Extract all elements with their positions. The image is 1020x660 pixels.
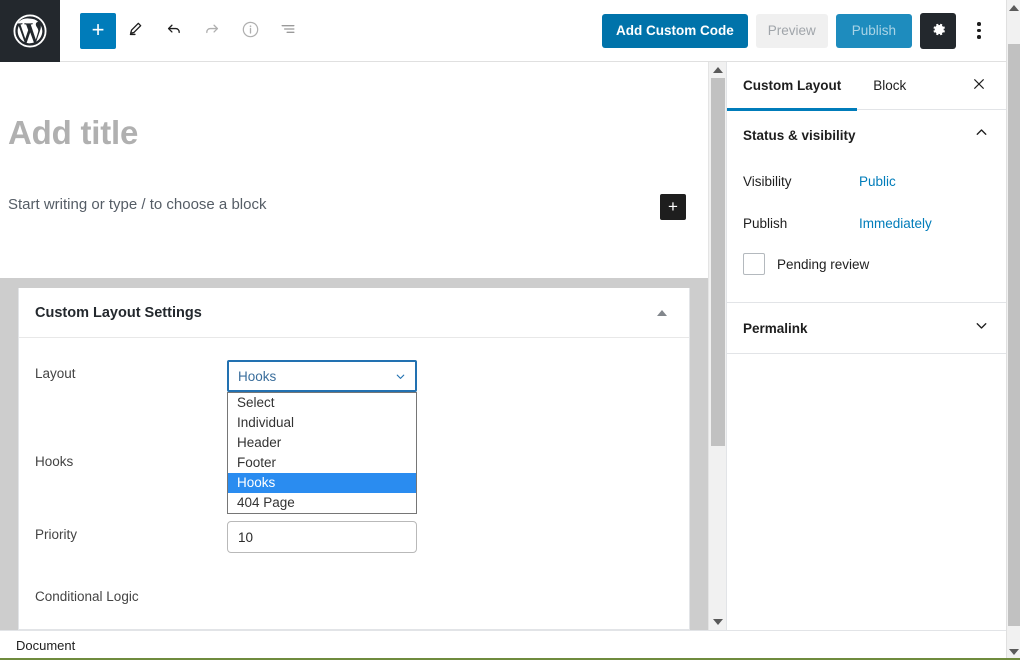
editor-scrollbar-thumb[interactable] — [711, 78, 725, 446]
chevron-down-icon[interactable] — [973, 317, 990, 339]
tab-block[interactable]: Block — [857, 62, 922, 110]
browser-scrollbar[interactable] — [1006, 0, 1020, 660]
panel-status-visibility-header[interactable]: Status & visibility — [727, 110, 1006, 160]
metabox-header[interactable]: Custom Layout Settings — [19, 288, 689, 338]
panel-status-visibility: Status & visibility Visibility Public Pu… — [727, 110, 1006, 303]
conditional-logic-label: Conditional Logic — [35, 589, 139, 604]
breadcrumb-document[interactable]: Document — [16, 638, 75, 653]
row-visibility: Visibility Public — [743, 160, 990, 202]
preview-button[interactable]: Preview — [755, 13, 828, 48]
pencil-icon — [126, 19, 146, 42]
block-appender-button[interactable]: + — [660, 194, 686, 220]
visibility-value-button[interactable]: Public — [859, 174, 896, 189]
layout-select[interactable]: Hooks — [227, 360, 417, 392]
details-button — [232, 13, 268, 49]
triangle-down-icon — [712, 619, 723, 625]
chevron-down-icon — [394, 370, 407, 383]
toolbar-right-actions: Add Custom Code Preview Publish — [601, 12, 1006, 49]
option-404-page[interactable]: 404 Page — [228, 493, 416, 513]
priority-input[interactable] — [227, 521, 417, 553]
info-icon — [240, 19, 261, 43]
tab-custom-layout-label: Custom Layout — [743, 78, 842, 93]
priority-label: Priority — [35, 527, 78, 542]
editor-toolbar: + Add Custom Code Preview Publish — [0, 0, 1006, 62]
sidebar-tabs: Custom Layout Block — [727, 62, 1006, 111]
pending-review-checkbox[interactable] — [743, 253, 765, 275]
tab-block-label: Block — [873, 78, 907, 93]
close-icon — [971, 76, 987, 95]
layout-select-wrapper: Hooks Select Individual Header Footer Ho… — [227, 360, 417, 514]
layout-label: Layout — [35, 366, 76, 381]
triangle-up-icon[interactable] — [657, 309, 667, 316]
custom-layout-settings-metabox: Custom Layout Settings Layout Hooks Sele… — [18, 288, 690, 630]
settings-sidebar: Custom Layout Block Status & visibility — [726, 62, 1006, 630]
plus-icon: + — [91, 16, 105, 42]
option-footer[interactable]: Footer — [228, 453, 416, 473]
browser-scroll-up-button[interactable] — [1007, 0, 1020, 16]
option-header[interactable]: Header — [228, 433, 416, 453]
add-custom-code-button[interactable]: Add Custom Code — [601, 13, 748, 48]
publish-label: Publish — [743, 215, 788, 231]
metabox-area: Custom Layout Settings Layout Hooks Sele… — [0, 278, 708, 630]
wordpress-logo-icon[interactable] — [0, 0, 60, 62]
metabox-title: Custom Layout Settings — [35, 304, 202, 321]
redo-icon — [202, 19, 222, 42]
visibility-label: Visibility — [743, 173, 792, 189]
option-hooks[interactable]: Hooks — [228, 473, 416, 493]
undo-icon — [164, 19, 184, 42]
gear-icon — [929, 20, 948, 42]
wordpress-block-editor: + Add Custom Code Preview Publish Add ti… — [0, 0, 1020, 660]
triangle-down-icon — [1008, 649, 1019, 655]
list-view-icon — [278, 19, 298, 42]
panel-permalink-title: Permalink — [743, 320, 808, 336]
layout-select-options[interactable]: Select Individual Header Footer Hooks 40… — [227, 392, 417, 514]
option-individual[interactable]: Individual — [228, 413, 416, 433]
tab-custom-layout[interactable]: Custom Layout — [727, 62, 858, 111]
paragraph-placeholder: Start writing or type / to choose a bloc… — [8, 196, 267, 213]
panel-permalink-header[interactable]: Permalink — [727, 303, 1006, 353]
settings-button[interactable] — [920, 12, 956, 49]
list-view-button[interactable] — [270, 13, 306, 49]
toolbar-left-tools: + — [60, 12, 306, 49]
row-pending-review: Pending review — [743, 244, 990, 284]
layout-select-value: Hooks — [238, 368, 277, 384]
publish-value-button[interactable]: Immediately — [859, 216, 932, 231]
field-row-conditional-logic: Conditional Logic — [19, 553, 689, 604]
editor-footer: Document — [0, 630, 1006, 660]
publish-button[interactable]: Publish — [835, 13, 912, 48]
browser-scrollbar-thumb[interactable] — [1008, 44, 1020, 626]
triangle-up-icon — [1008, 5, 1019, 11]
redo-button — [194, 13, 230, 49]
close-sidebar-button[interactable] — [964, 71, 994, 101]
panel-permalink: Permalink — [727, 303, 1006, 354]
plus-icon: + — [668, 197, 678, 216]
scroll-down-button[interactable] — [709, 614, 726, 630]
chevron-up-icon[interactable] — [973, 124, 990, 146]
scroll-up-button[interactable] — [709, 62, 726, 78]
undo-button[interactable] — [156, 13, 192, 49]
row-publish: Publish Immediately — [743, 202, 990, 244]
hooks-label: Hooks — [35, 454, 74, 469]
more-options-button[interactable] — [964, 13, 994, 49]
panel-status-visibility-body: Visibility Public Publish Immediately Pe… — [727, 160, 1006, 302]
add-block-button[interactable]: + — [80, 12, 116, 49]
post-title-input[interactable]: Add title — [0, 62, 708, 152]
panel-status-visibility-title: Status & visibility — [743, 127, 856, 143]
field-row-layout: Layout Hooks Select Individual Header Fo… — [19, 338, 689, 514]
tools-button[interactable] — [118, 13, 154, 49]
default-paragraph-block[interactable]: Start writing or type / to choose a bloc… — [0, 152, 708, 220]
editor-scrollbar[interactable] — [708, 62, 726, 630]
metabox-body: Layout Hooks Select Individual Header Fo… — [19, 338, 689, 604]
kebab-menu-icon — [977, 22, 981, 39]
option-select[interactable]: Select — [228, 393, 416, 413]
triangle-up-icon — [712, 67, 723, 73]
pending-review-label[interactable]: Pending review — [777, 257, 869, 272]
